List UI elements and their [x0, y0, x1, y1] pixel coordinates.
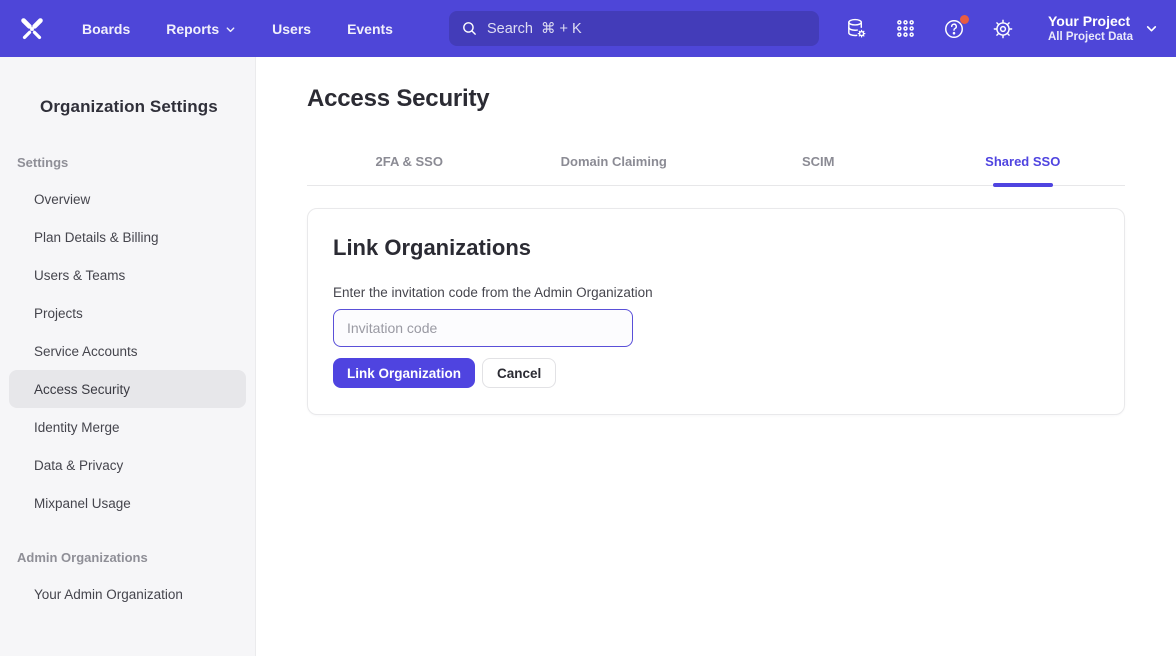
- invitation-code-label: Enter the invitation code from the Admin…: [333, 285, 1099, 300]
- sidebar-item-data-privacy[interactable]: Data & Privacy: [9, 446, 246, 484]
- nav-item-reports[interactable]: Reports: [166, 21, 236, 37]
- tab-scim[interactable]: SCIM: [716, 142, 921, 185]
- main-content: Access Security 2FA & SSO Domain Claimin…: [256, 57, 1176, 656]
- active-tab-indicator: [993, 183, 1053, 187]
- tab-2fa-sso[interactable]: 2FA & SSO: [307, 142, 512, 185]
- sidebar-items-admin: Your Admin Organization: [0, 575, 255, 613]
- page-title: Access Security: [307, 85, 1125, 113]
- tab-label: 2FA & SSO: [376, 154, 443, 169]
- sidebar-items: Overview Plan Details & Billing Users & …: [0, 180, 255, 522]
- top-navbar: Boards Reports Users Events: [0, 0, 1176, 57]
- sidebar-item-mixpanel-usage[interactable]: Mixpanel Usage: [9, 484, 246, 522]
- tab-shared-sso[interactable]: Shared SSO: [921, 142, 1126, 185]
- sidebar-item-your-admin-organization[interactable]: Your Admin Organization: [9, 575, 246, 613]
- nav-item-label: Events: [347, 21, 393, 37]
- sidebar-section-settings: Settings: [0, 155, 255, 170]
- invitation-code-input[interactable]: [333, 309, 633, 347]
- nav-item-users[interactable]: Users: [272, 21, 311, 37]
- card-title: Link Organizations: [333, 235, 1099, 261]
- link-organizations-card: Link Organizations Enter the invitation …: [307, 208, 1125, 415]
- settings-gear-icon[interactable]: [991, 17, 1015, 41]
- notification-dot: [960, 15, 969, 24]
- project-selector[interactable]: Your Project All Project Data: [1048, 12, 1158, 45]
- card-actions: Link Organization Cancel: [333, 358, 1099, 388]
- nav-item-label: Users: [272, 21, 311, 37]
- nav-item-events[interactable]: Events: [347, 21, 393, 37]
- tab-domain-claiming[interactable]: Domain Claiming: [512, 142, 717, 185]
- settings-sidebar: Organization Settings Settings Overview …: [0, 57, 256, 656]
- tab-label: Shared SSO: [985, 154, 1060, 169]
- sidebar-item-service-accounts[interactable]: Service Accounts: [9, 332, 246, 370]
- tab-label: SCIM: [802, 154, 835, 169]
- link-organization-button[interactable]: Link Organization: [333, 358, 475, 388]
- sidebar-item-access-security[interactable]: Access Security: [9, 370, 246, 408]
- sidebar-title: Organization Settings: [0, 97, 255, 117]
- apps-grid-icon[interactable]: [893, 17, 917, 41]
- project-name: Your Project: [1048, 12, 1133, 30]
- sidebar-item-overview[interactable]: Overview: [9, 180, 246, 218]
- mixpanel-logo-icon: [17, 14, 47, 44]
- access-security-tabs: 2FA & SSO Domain Claiming SCIM Shared SS…: [307, 142, 1125, 186]
- search-icon: [461, 20, 478, 37]
- tab-label: Domain Claiming: [561, 154, 667, 169]
- primary-nav: Boards Reports Users Events: [82, 21, 393, 37]
- sidebar-item-projects[interactable]: Projects: [9, 294, 246, 332]
- nav-item-label: Boards: [82, 21, 130, 37]
- chevron-down-icon: [1145, 22, 1158, 35]
- nav-item-label: Reports: [166, 21, 219, 37]
- help-icon[interactable]: [942, 17, 966, 41]
- nav-item-boards[interactable]: Boards: [82, 21, 130, 37]
- mixpanel-logo[interactable]: [0, 14, 64, 44]
- chevron-down-icon: [225, 22, 236, 35]
- sidebar-item-users-teams[interactable]: Users & Teams: [9, 256, 246, 294]
- global-search[interactable]: [449, 11, 819, 46]
- project-subtitle: All Project Data: [1048, 30, 1133, 45]
- cancel-button[interactable]: Cancel: [482, 358, 556, 388]
- sidebar-section-admin-organizations: Admin Organizations: [0, 550, 255, 565]
- data-management-icon[interactable]: [844, 17, 868, 41]
- search-input[interactable]: [487, 21, 807, 37]
- sidebar-item-identity-merge[interactable]: Identity Merge: [9, 408, 246, 446]
- sidebar-item-plan-details-billing[interactable]: Plan Details & Billing: [9, 218, 246, 256]
- navbar-right-controls: Your Project All Project Data: [844, 12, 1158, 45]
